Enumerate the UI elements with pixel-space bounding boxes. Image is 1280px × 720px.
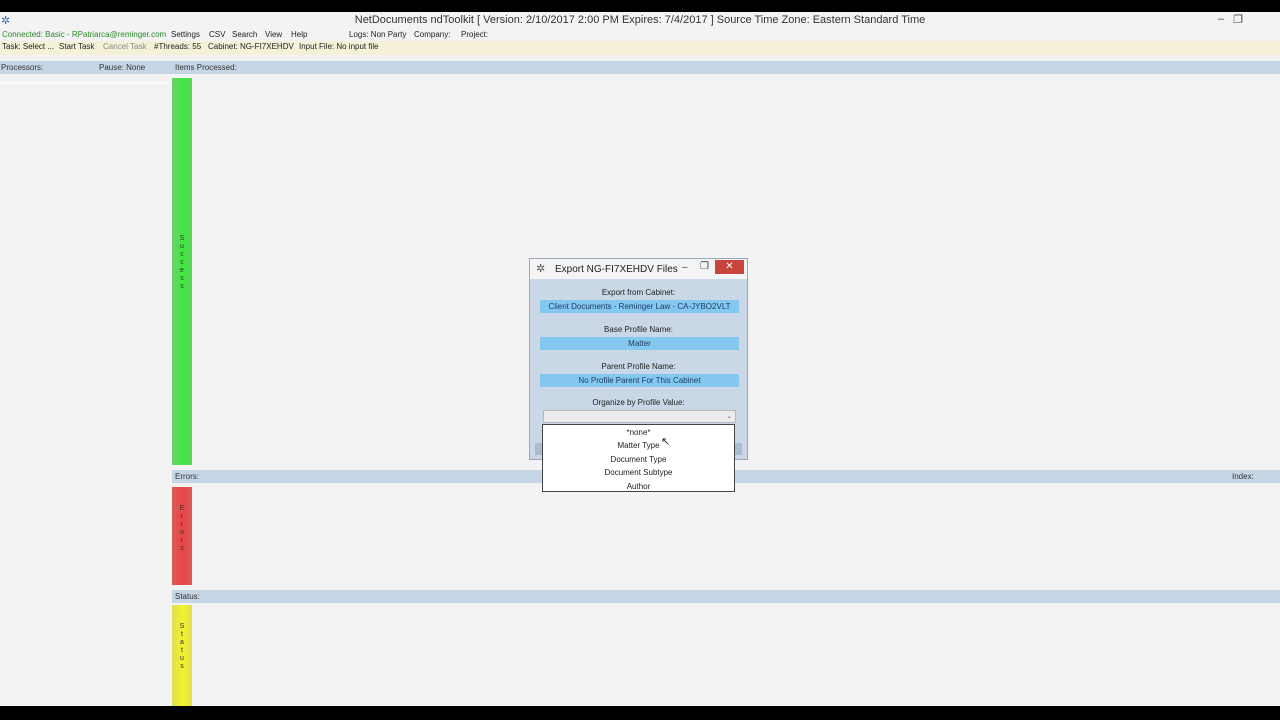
processors-list (0, 82, 171, 84)
option-document-type[interactable]: Document Type (543, 455, 734, 464)
base-profile-label: Base Profile Name: (604, 325, 673, 334)
errors-letter: r (180, 537, 184, 544)
option-author[interactable]: Author (543, 482, 734, 491)
maximize-icon[interactable]: ❐ (700, 261, 709, 272)
status-label: Status: (175, 592, 200, 601)
success-letter: s (180, 283, 184, 290)
menu-bar: Connected: Basic - RPatriarca@reminger.c… (0, 29, 1280, 41)
task-bar: Task: Select ... Start Task Cancel Task … (0, 41, 1280, 55)
processors-label: Processors: (1, 63, 44, 72)
errors-label: Errors: (175, 472, 199, 481)
start-task-button[interactable]: Start Task (59, 42, 94, 51)
success-panel: S u c c e s s (172, 78, 192, 465)
restore-icon[interactable]: ❐ (1230, 13, 1246, 26)
option-none[interactable]: *none* (543, 428, 734, 437)
dialog-title-bar[interactable]: ✲ Export NG-FI7XEHDV Files – ❐ ✕ (530, 259, 747, 279)
processors-bar: Processors: Pause: None Items Processed: (0, 61, 1280, 74)
errors-letter: r (180, 513, 184, 520)
connection-status: Connected: Basic - RPatriarca@reminger.c… (2, 30, 167, 39)
base-profile-field[interactable]: Matter (540, 337, 739, 350)
task-select[interactable]: Task: Select ... (2, 42, 54, 51)
index-label: Index: (1232, 472, 1254, 481)
status-panel: S t a t u s (172, 605, 192, 706)
menu-search[interactable]: Search (232, 30, 257, 39)
success-letter: c (180, 259, 184, 266)
status-letter: a (180, 639, 184, 646)
success-letter: s (180, 275, 184, 282)
menu-view[interactable]: View (265, 30, 282, 39)
window-title: NetDocuments ndToolkit [ Version: 2/10/2… (354, 14, 926, 26)
menu-settings[interactable]: Settings (171, 30, 200, 39)
option-matter-type[interactable]: Matter Type (543, 441, 734, 450)
option-document-subtype[interactable]: Document Subtype (543, 468, 734, 477)
status-letter: t (181, 631, 183, 638)
minimize-icon[interactable]: – (682, 262, 688, 273)
export-from-label: Export from Cabinet: (601, 288, 676, 297)
minimize-icon[interactable]: – (1213, 13, 1229, 25)
errors-panel: E r r o r s (172, 487, 192, 585)
threads-count[interactable]: #Threads: 55 (154, 42, 201, 51)
gear-icon: ✲ (536, 263, 546, 275)
pause-label[interactable]: Pause: None (99, 63, 145, 72)
errors-letter: o (180, 529, 184, 536)
dialog-title: Export NG-FI7XEHDV Files (555, 264, 678, 275)
status-letter: s (180, 663, 184, 670)
success-letter: u (180, 243, 184, 250)
export-from-field[interactable]: Client Documents - Reminger Law - CA-JYB… (540, 300, 739, 313)
title-bar: ✲ NetDocuments ndToolkit [ Version: 2/10… (0, 12, 1280, 29)
status-letter: t (181, 647, 183, 654)
cabinet-label[interactable]: Cabinet: NG-FI7XEHDV (208, 42, 294, 51)
errors-letter: E (179, 505, 185, 512)
company-selector[interactable]: Company: (414, 30, 450, 39)
success-letter: c (180, 251, 184, 258)
close-icon[interactable]: ✕ (715, 260, 744, 274)
menu-csv[interactable]: CSV (209, 30, 225, 39)
menu-help[interactable]: Help (291, 30, 307, 39)
errors-letter: s (180, 545, 184, 552)
cancel-task-button[interactable]: Cancel Task (103, 42, 146, 51)
status-bar: Status: (172, 590, 1280, 603)
organize-label: Organize by Profile Value: (592, 398, 685, 407)
errors-letter: r (180, 521, 184, 528)
success-letter: e (180, 267, 184, 274)
logs-selector[interactable]: Logs: Non Party (349, 30, 406, 39)
input-file-label[interactable]: Input File: No input file (299, 42, 379, 51)
parent-profile-field[interactable]: No Profile Parent For This Cabinet (540, 374, 739, 387)
items-processed-label: Items Processed: (175, 63, 237, 72)
project-selector[interactable]: Project: (461, 30, 488, 39)
chevron-down-icon[interactable]: ⌄ (726, 412, 732, 420)
parent-profile-label: Parent Profile Name: (601, 362, 676, 371)
organize-dropdown-list: *none* Matter Type Document Type Documen… (542, 424, 735, 492)
success-letter: S (179, 235, 185, 242)
status-letter: u (180, 655, 184, 662)
mouse-pointer-icon: ↖ (661, 436, 671, 448)
status-letter: S (179, 623, 185, 630)
organize-combobox[interactable]: ⌄ (543, 410, 736, 423)
